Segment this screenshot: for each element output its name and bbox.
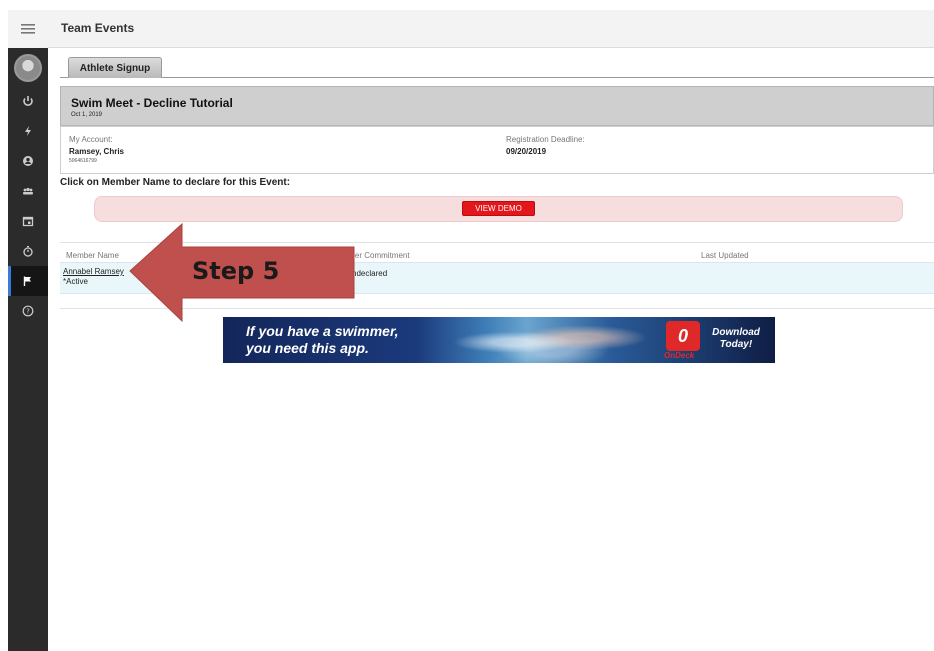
account-label: My Account: bbox=[69, 135, 113, 144]
event-title: Swim Meet - Decline Tutorial bbox=[71, 96, 233, 110]
member-name-link[interactable]: Annabel Ramsey bbox=[63, 267, 124, 276]
tab-athlete-signup[interactable]: Athlete Signup bbox=[68, 57, 162, 78]
swimmer-image bbox=[453, 317, 653, 363]
ad-banner[interactable]: If you have a swimmer, you need this app… bbox=[223, 317, 775, 363]
top-bar: Team Events bbox=[48, 10, 934, 48]
ad-cta-line-1: Download bbox=[712, 327, 760, 338]
tab-divider bbox=[60, 77, 934, 78]
deadline-label: Registration Deadline: bbox=[506, 135, 585, 144]
ad-cta: Download Today! bbox=[701, 327, 771, 351]
account-name: Ramsey, Chris bbox=[69, 147, 124, 156]
deadline-value: 09/20/2019 bbox=[506, 147, 547, 156]
power-icon[interactable] bbox=[8, 86, 48, 116]
ad-line-1: If you have a swimmer, bbox=[246, 323, 399, 339]
calendar-icon[interactable] bbox=[8, 206, 48, 236]
ad-line-2: you need this app. bbox=[246, 340, 369, 356]
user-icon[interactable] bbox=[8, 146, 48, 176]
step-label: Step 5 bbox=[192, 257, 280, 285]
ad-cta-line-2: Today! bbox=[719, 339, 753, 350]
sidebar: ? bbox=[8, 10, 48, 651]
group-icon[interactable] bbox=[8, 176, 48, 206]
event-date: Oct 1, 2019 bbox=[71, 112, 103, 118]
hamburger-menu-icon[interactable] bbox=[8, 10, 48, 48]
account-id: 5064616799 bbox=[69, 158, 97, 164]
event-header: Swim Meet - Decline Tutorial Oct 1, 2019 bbox=[60, 86, 934, 126]
member-commitment: ndeclared bbox=[352, 269, 388, 278]
header-member-name: Member Name bbox=[66, 251, 119, 260]
view-demo-button[interactable]: VIEW DEMO bbox=[462, 201, 535, 216]
account-panel: My Account: Ramsey, Chris 5064616799 Reg… bbox=[60, 126, 934, 174]
ondeck-logo-word: OnDeck bbox=[664, 351, 695, 360]
stopwatch-icon[interactable] bbox=[8, 236, 48, 266]
help-icon[interactable]: ? bbox=[8, 296, 48, 326]
avatar[interactable] bbox=[14, 54, 42, 82]
flag-icon[interactable] bbox=[8, 266, 48, 296]
instructions-text: Click on Member Name to declare for this… bbox=[60, 177, 291, 188]
ondeck-logo-icon: 0 bbox=[666, 321, 700, 351]
page-title: Team Events bbox=[61, 21, 135, 35]
header-last-updated: Last Updated bbox=[701, 251, 749, 260]
member-status: *Active bbox=[63, 277, 88, 286]
bolt-icon[interactable] bbox=[8, 116, 48, 146]
ad-headline: If you have a swimmer, you need this app… bbox=[246, 323, 456, 357]
svg-text:?: ? bbox=[26, 308, 30, 316]
